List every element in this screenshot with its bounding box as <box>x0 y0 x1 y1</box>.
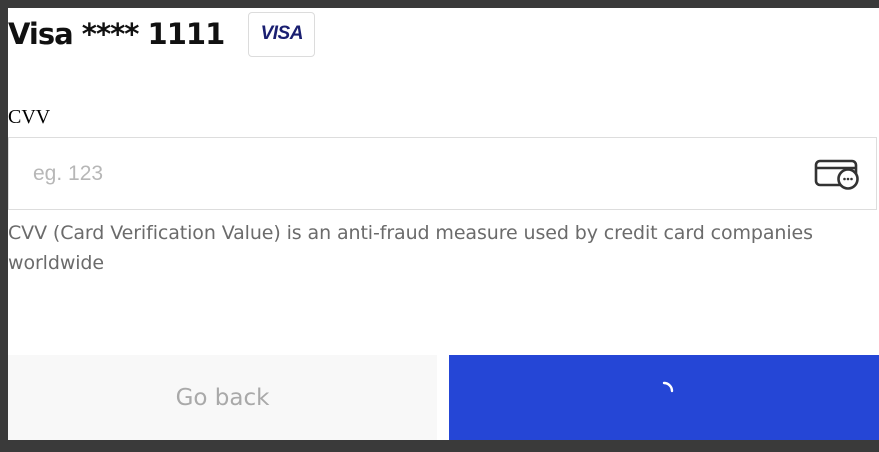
card-brand-text: VISA <box>260 23 304 44</box>
submit-button[interactable] <box>449 355 879 440</box>
loading-spinner-icon <box>662 381 674 393</box>
cvv-label: CVV <box>8 106 51 128</box>
card-cvv-icon <box>814 159 859 190</box>
card-title: Visa **** 1111 <box>8 17 225 51</box>
visa-logo-icon: VISA <box>248 11 316 57</box>
go-back-button[interactable]: Go back <box>8 355 437 440</box>
payment-panel: Visa **** 1111 VISA CVV CVV (Card Verifi… <box>8 8 879 440</box>
cvv-input[interactable] <box>9 138 799 209</box>
cvv-help-text: CVV (Card Verification Value) is an anti… <box>8 222 813 274</box>
cvv-field <box>8 137 877 210</box>
card-header: Visa **** 1111 VISA <box>8 8 316 60</box>
